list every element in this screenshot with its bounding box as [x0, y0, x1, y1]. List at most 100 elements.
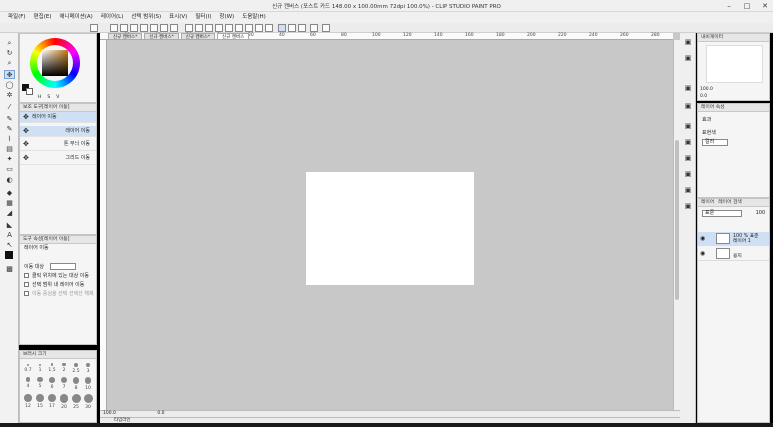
- brush-size-option[interactable]: 2.5: [70, 363, 82, 374]
- brush-size-option[interactable]: 3: [82, 363, 94, 374]
- special-ruler-icon[interactable]: [298, 24, 306, 32]
- clear-icon[interactable]: [215, 24, 223, 32]
- ruler-snap-icon[interactable]: [278, 24, 286, 32]
- brush-size-option[interactable]: 0.7: [22, 363, 34, 374]
- blend-mode-select[interactable]: 표준: [702, 210, 742, 217]
- navigator-icon[interactable]: ▣: [683, 37, 693, 47]
- transparent-color-icon[interactable]: ▩: [4, 265, 15, 274]
- decoration-icon[interactable]: ✦: [4, 155, 15, 164]
- zoom-out-icon[interactable]: [170, 24, 178, 32]
- history-icon[interactable]: ▣: [683, 101, 693, 111]
- selection-tool-icon[interactable]: ◯: [4, 81, 15, 90]
- navigator-angle[interactable]: 0.0: [700, 94, 707, 99]
- brush-size-option[interactable]: 1: [34, 363, 46, 374]
- magic-wand-icon[interactable]: ✲: [4, 91, 15, 100]
- brush-size-option[interactable]: 2: [58, 363, 70, 374]
- status-angle[interactable]: 0.0: [157, 411, 164, 416]
- saturation-value-square[interactable]: [42, 50, 68, 76]
- opacity-value[interactable]: 100: [756, 210, 766, 216]
- material-4-icon[interactable]: ▣: [683, 201, 693, 211]
- invert-icon[interactable]: [255, 24, 263, 32]
- maximize-button[interactable]: □: [741, 1, 753, 11]
- ruler-icon[interactable]: ◣: [4, 221, 15, 230]
- cap-icon[interactable]: [310, 24, 318, 32]
- transform-icon[interactable]: [205, 24, 213, 32]
- tab-canvas-4[interactable]: 신규 캔버스: [217, 33, 250, 40]
- eye-icon[interactable]: ◉: [700, 250, 705, 257]
- brush-size-option[interactable]: 12: [22, 394, 34, 410]
- zoom-tool-icon[interactable]: ⌕: [4, 39, 15, 48]
- subtool-group[interactable]: ✥ 레이어 이동: [20, 112, 96, 123]
- subtool-item-grid-move[interactable]: ✥ 그리드 이동: [20, 151, 96, 165]
- vertical-scroll-thumb[interactable]: [675, 140, 679, 300]
- crop-icon[interactable]: [235, 24, 243, 32]
- navigator-zoom[interactable]: 100.0: [700, 87, 713, 92]
- option-click-position[interactable]: 클릭 위치에 있는 대상 이동: [20, 272, 96, 281]
- eraser-icon[interactable]: ▭: [4, 165, 15, 174]
- expression-select[interactable]: 컬러: [698, 138, 769, 147]
- eye-icon[interactable]: ◉: [700, 235, 705, 242]
- brush-size-option[interactable]: 30: [82, 394, 94, 410]
- minimize-button[interactable]: –: [723, 1, 735, 11]
- menu-window[interactable]: 창(W): [215, 12, 238, 23]
- canvas-paper[interactable]: [306, 172, 474, 285]
- pen-tool-icon[interactable]: ✎: [4, 115, 15, 124]
- zoom-in-icon[interactable]: [160, 24, 168, 32]
- tab-layer-search[interactable]: 레이어 검색: [718, 199, 742, 206]
- eyedropper-icon[interactable]: ⁄: [4, 103, 15, 112]
- layer-property-icon[interactable]: ▣: [683, 121, 693, 131]
- text-tool-icon[interactable]: A: [4, 231, 15, 240]
- close-button[interactable]: ✕: [759, 1, 771, 11]
- brush-size-option[interactable]: 10: [82, 377, 94, 391]
- move-tool-icon[interactable]: ✥: [4, 70, 15, 79]
- menu-filter[interactable]: 필터(I): [191, 12, 215, 23]
- show-icon[interactable]: [90, 24, 98, 32]
- layer-row[interactable]: ◉ 100 % 표준 레이어 1: [698, 232, 769, 246]
- navigator-preview[interactable]: [706, 45, 763, 83]
- operation-tool-icon[interactable]: ↖: [4, 241, 15, 250]
- option-move-center[interactable]: 이동 중심을 선택 선택선 해제: [20, 290, 96, 299]
- menu-help[interactable]: 도움말(H): [238, 12, 270, 23]
- brush-size-option[interactable]: 4: [22, 377, 34, 391]
- pencil-tool-icon[interactable]: ✎: [4, 125, 15, 134]
- new-file-icon[interactable]: [110, 24, 118, 32]
- info-icon[interactable]: ▣: [683, 83, 693, 93]
- auto-action-icon[interactable]: ▣: [683, 137, 693, 147]
- export-icon[interactable]: [140, 24, 148, 32]
- sub-view-icon[interactable]: ▣: [683, 53, 693, 63]
- grid-snap-icon[interactable]: [288, 24, 296, 32]
- menu-selection[interactable]: 선택 범위(S): [127, 12, 165, 23]
- material-icon[interactable]: ▣: [683, 153, 693, 163]
- menu-file[interactable]: 파일(F): [4, 12, 30, 23]
- undo-icon[interactable]: [185, 24, 193, 32]
- tab-canvas-1[interactable]: 신규 캔버스*: [108, 33, 143, 40]
- brush-size-option[interactable]: 5: [34, 377, 46, 391]
- brush-size-option[interactable]: 25: [70, 394, 82, 410]
- redo-icon[interactable]: [195, 24, 203, 32]
- tab-layer[interactable]: 레이어: [701, 199, 714, 206]
- snap-icon[interactable]: [265, 24, 273, 32]
- brush-tool-icon[interactable]: ⌇: [4, 135, 15, 144]
- brush-size-option[interactable]: 6: [46, 377, 58, 391]
- blend-tool-icon[interactable]: ◐: [4, 176, 15, 185]
- material-3-icon[interactable]: ▣: [683, 185, 693, 195]
- print-icon[interactable]: [150, 24, 158, 32]
- brush-size-option[interactable]: 1.5: [46, 363, 58, 374]
- help-icon[interactable]: [322, 24, 330, 32]
- save-icon[interactable]: [130, 24, 138, 32]
- gradient-icon[interactable]: ▦: [4, 199, 15, 208]
- rotate-tool-icon[interactable]: ↻: [4, 49, 15, 58]
- menu-edit[interactable]: 편집(E): [30, 12, 56, 23]
- brush-size-option[interactable]: 8: [70, 377, 82, 391]
- figure-icon[interactable]: ◢: [4, 209, 15, 218]
- fill-tool-icon[interactable]: ◆: [4, 189, 15, 198]
- material-2-icon[interactable]: ▣: [683, 169, 693, 179]
- airbrush-icon[interactable]: ▤: [4, 145, 15, 154]
- brush-size-option[interactable]: 17: [46, 394, 58, 410]
- background-color[interactable]: [26, 88, 33, 95]
- vertical-scrollbar[interactable]: [673, 40, 680, 410]
- menu-animation[interactable]: 애니메이션(A): [55, 12, 96, 23]
- menu-view[interactable]: 표시(V): [165, 12, 191, 23]
- fill-icon[interactable]: [225, 24, 233, 32]
- brush-size-option[interactable]: 7: [58, 377, 70, 391]
